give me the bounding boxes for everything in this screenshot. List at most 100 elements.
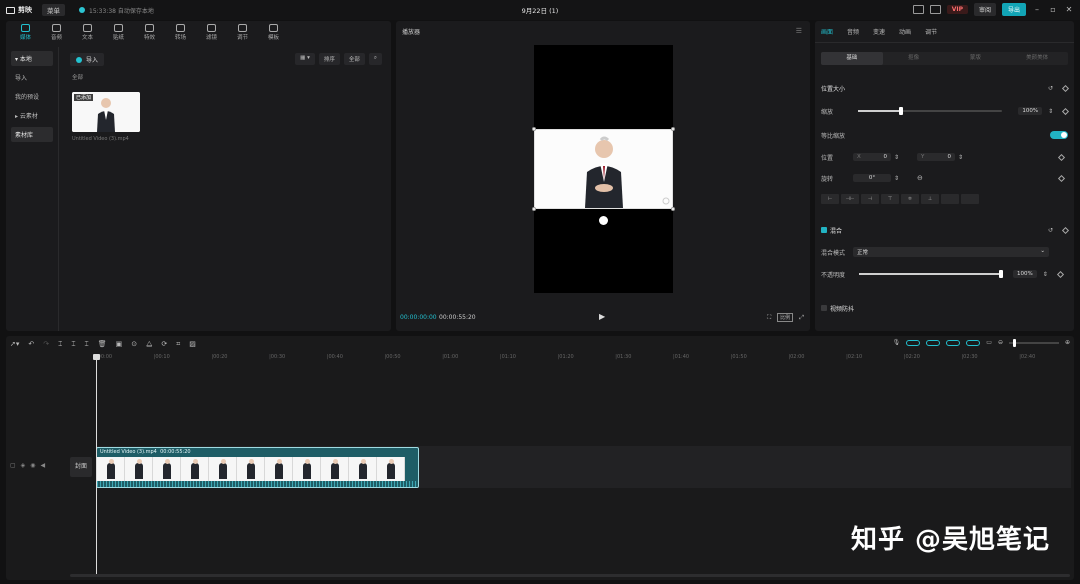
timeline-scrollbar[interactable]: [70, 574, 1070, 577]
maximize-icon[interactable]: ▫: [1048, 5, 1058, 14]
player-menu-icon[interactable]: ☰: [796, 27, 802, 35]
split-left-icon[interactable]: ⌶: [71, 340, 75, 349]
hide-track-icon[interactable]: ◈: [21, 462, 26, 469]
stepper-icon[interactable]: ⇕: [894, 154, 899, 161]
reset-icon[interactable]: ↺: [1048, 85, 1053, 92]
tab-text[interactable]: 文本: [72, 21, 103, 43]
mirror-icon[interactable]: ⧋: [146, 340, 152, 349]
vip-badge[interactable]: VIP: [946, 5, 968, 14]
media-thumbnail[interactable]: 已添加: [72, 92, 140, 132]
subtab-basic[interactable]: 基础: [821, 52, 883, 65]
split-icon[interactable]: ⌶: [58, 340, 62, 349]
microphone-icon[interactable]: 🎙: [893, 339, 901, 346]
play-icon[interactable]: ▶: [599, 312, 605, 321]
fullscreen-icon[interactable]: ⤢: [799, 314, 804, 322]
mute-icon[interactable]: ◀: [41, 462, 46, 469]
sidebar-item-cloud[interactable]: ▸ 云素材: [11, 108, 53, 123]
stabilize-checkbox[interactable]: [821, 305, 827, 311]
align-hcenter-icon[interactable]: ⊣⊢: [841, 194, 859, 204]
undo-icon[interactable]: ↶: [28, 340, 34, 348]
opacity-slider[interactable]: [859, 270, 1003, 278]
resize-handle[interactable]: [671, 207, 675, 211]
tab-sticker[interactable]: 贴纸: [103, 21, 134, 43]
resize-handle[interactable]: [532, 207, 536, 211]
keyframe-icon[interactable]: [1061, 84, 1070, 92]
keyframe-icon[interactable]: [1057, 153, 1066, 161]
export-button[interactable]: 导出: [1001, 3, 1026, 16]
tab-transition[interactable]: 转场: [165, 21, 196, 43]
rotate-field[interactable]: 0°: [853, 174, 891, 182]
minimize-icon[interactable]: –: [1032, 5, 1042, 14]
resize-handle[interactable]: [671, 127, 675, 131]
filter-button[interactable]: 全部: [343, 53, 365, 65]
freeze-icon[interactable]: ▣: [116, 340, 123, 348]
reverse-icon[interactable]: ⊙: [131, 340, 137, 348]
keyframe-icon[interactable]: [1056, 270, 1064, 278]
reset-icon[interactable]: ↺: [1048, 227, 1053, 234]
tab-audio-settings[interactable]: 音频: [847, 27, 859, 36]
align-bottom-icon[interactable]: ⊥: [921, 194, 939, 204]
resize-handle[interactable]: [532, 127, 536, 131]
sort-button[interactable]: 排序: [318, 53, 340, 65]
preview-canvas[interactable]: [532, 45, 675, 293]
tab-filter[interactable]: 滤镜: [196, 21, 227, 43]
layout-icon[interactable]: [929, 5, 941, 14]
link-main-track-icon[interactable]: [906, 339, 921, 346]
stepper-icon[interactable]: ⇕: [1043, 271, 1048, 278]
zoom-out-icon[interactable]: ⊖: [998, 339, 1003, 346]
menu-button[interactable]: 菜单: [42, 4, 65, 16]
select-tool-icon[interactable]: ➚▾: [10, 340, 19, 348]
picture-icon[interactable]: ▨: [189, 340, 196, 348]
opacity-value-field[interactable]: 100%: [1013, 270, 1037, 278]
review-button[interactable]: 审阅: [973, 3, 996, 16]
align-top-icon[interactable]: ⊤: [881, 194, 899, 204]
blend-checkbox[interactable]: [821, 227, 827, 233]
keyframe-icon[interactable]: [1061, 226, 1070, 234]
rotate-dial-icon[interactable]: ⊖: [917, 174, 923, 182]
split-right-icon[interactable]: ⌶: [85, 340, 89, 349]
keyframe-icon[interactable]: [1062, 107, 1070, 115]
delete-icon[interactable]: 🗑: [98, 340, 107, 348]
align-right-icon[interactable]: ⊣: [861, 194, 879, 204]
stepper-icon[interactable]: ⇕: [1048, 108, 1053, 115]
subtab-cutout[interactable]: 抠像: [883, 52, 945, 65]
view-toggle-button[interactable]: ▦ ▾: [295, 53, 315, 65]
stepper-icon[interactable]: ⇕: [894, 175, 899, 182]
keyframe-icon[interactable]: [1057, 174, 1066, 182]
rotate-icon[interactable]: ⟳: [161, 340, 167, 348]
snap-icon[interactable]: [946, 339, 961, 346]
uniform-scale-toggle[interactable]: [1050, 131, 1068, 139]
sidebar-item-local[interactable]: ▾ 本地: [11, 51, 53, 66]
tab-media[interactable]: 媒体: [10, 21, 41, 43]
align-vcenter-icon[interactable]: ≑: [901, 194, 919, 204]
zoom-slider-knob[interactable]: [1012, 338, 1016, 347]
subtab-beauty[interactable]: 美颜美体: [1006, 52, 1068, 65]
scale-slider-knob[interactable]: [899, 107, 904, 115]
position-y-field[interactable]: Y0: [917, 153, 956, 161]
tab-effects[interactable]: 特效: [134, 21, 165, 43]
preview-frame[interactable]: [532, 127, 675, 211]
video-clip[interactable]: Untitled Video (3).mp4 00:00:55:20: [96, 447, 419, 488]
cover-button[interactable]: 封面: [70, 457, 92, 477]
import-button[interactable]: 导入: [70, 53, 105, 66]
search-icon[interactable]: ⌕: [368, 53, 382, 65]
lock-track-icon[interactable]: ▢: [10, 462, 16, 469]
playhead[interactable]: [93, 354, 100, 574]
close-icon[interactable]: ✕: [1064, 5, 1074, 14]
sidebar-item-library[interactable]: 素材库: [11, 127, 53, 142]
redo-icon[interactable]: ↷: [43, 340, 49, 348]
fit-screen-icon[interactable]: ⛶: [767, 314, 771, 322]
tab-audio[interactable]: 音频: [41, 21, 72, 43]
tab-animation[interactable]: 动画: [899, 27, 911, 36]
scale-slider[interactable]: [857, 107, 1003, 115]
sidebar-item-import[interactable]: 导入: [11, 70, 53, 85]
tab-adjust[interactable]: 调节: [227, 21, 258, 43]
preview-axis-icon[interactable]: [966, 339, 981, 346]
ratio-button[interactable]: 比例: [777, 313, 794, 322]
subtab-mask[interactable]: 蒙版: [945, 52, 1007, 65]
time-ruler[interactable]: |00:00 |00:10 |00:20 |00:30 |00:40 |00:50 |01:…: [96, 354, 1066, 364]
tab-adjustment[interactable]: 调节: [925, 27, 937, 36]
zoom-slider[interactable]: [1008, 338, 1059, 347]
tab-template[interactable]: 模板: [258, 21, 289, 43]
scale-value-field[interactable]: 100%: [1018, 107, 1043, 115]
